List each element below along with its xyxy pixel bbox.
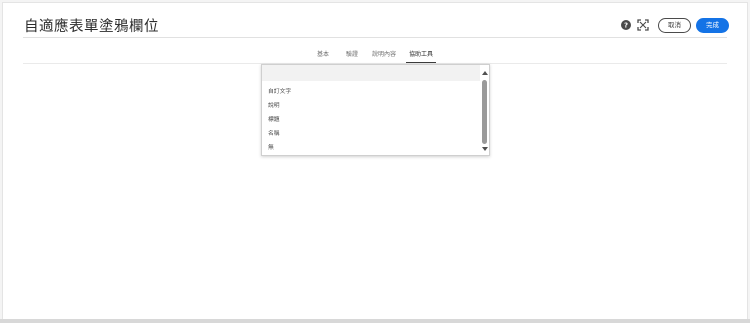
scroll-down-arrow-icon[interactable] bbox=[482, 147, 488, 151]
accessibility-dropdown-list[interactable]: 自訂文字 說明 標題 名稱 無 bbox=[261, 64, 490, 156]
option-custom-text[interactable]: 自訂文字 bbox=[268, 86, 291, 95]
help-icon[interactable]: ? bbox=[620, 19, 632, 31]
svg-text:?: ? bbox=[624, 22, 628, 30]
tab-basic[interactable]: 基本 bbox=[313, 50, 333, 64]
cancel-button[interactable]: 取消 bbox=[658, 18, 691, 33]
option-name[interactable]: 名稱 bbox=[268, 128, 280, 137]
header-divider bbox=[23, 37, 727, 38]
tab-validation[interactable]: 驗證 bbox=[341, 50, 363, 64]
done-button[interactable]: 完成 bbox=[696, 18, 729, 33]
tab-accessibility[interactable]: 協助工具 bbox=[406, 50, 436, 64]
option-none[interactable]: 無 bbox=[268, 142, 274, 151]
option-title[interactable]: 標題 bbox=[268, 114, 280, 123]
scroll-thumb[interactable] bbox=[482, 80, 487, 144]
fullscreen-icon[interactable] bbox=[637, 19, 649, 31]
dropdown-scrollbar[interactable] bbox=[480, 65, 489, 155]
page-bottom-edge bbox=[0, 319, 750, 323]
tab-help-content[interactable]: 說明內容 bbox=[369, 50, 399, 64]
option-description[interactable]: 說明 bbox=[268, 100, 280, 109]
scroll-up-arrow-icon[interactable] bbox=[482, 71, 488, 75]
dropdown-selected-empty[interactable] bbox=[262, 65, 480, 81]
page-title: 自適應表單塗鴉欄位 bbox=[24, 19, 159, 35]
dialog-panel: 自適應表單塗鴉欄位 ? 取消 完成 基本 驗證 說明內容 協助工具 自訂文字 說… bbox=[3, 3, 747, 319]
